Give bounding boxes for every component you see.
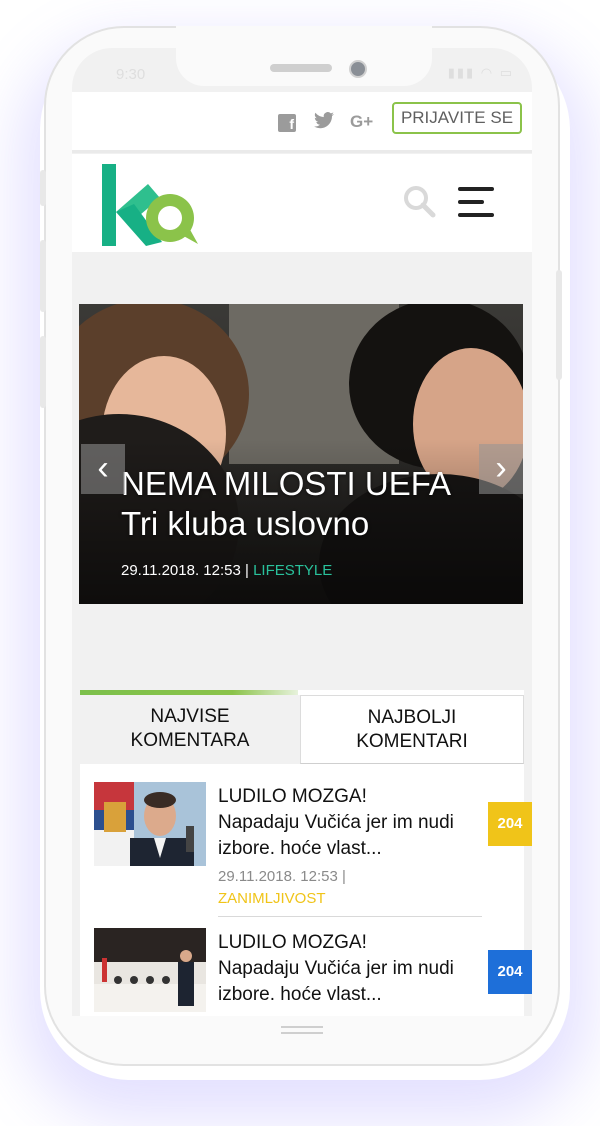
slide-title-line2: Tri kluba uslovno (121, 505, 370, 542)
comment-count-badge: 204 (488, 802, 532, 846)
google-plus-icon[interactable]: G+ (350, 112, 373, 132)
article-title-line1: LUDILO MOZGA! (218, 786, 367, 807)
hamburger-menu-icon[interactable] (458, 187, 494, 219)
article-category[interactable]: ZANIMLJIVOST (218, 888, 468, 910)
facebook-icon[interactable]: f (278, 114, 296, 132)
comments-tabs: NAJVISE KOMENTARA NAJBOLJI KOMENTARI (80, 690, 524, 764)
volume-up-button (40, 240, 46, 312)
article-date: 29.11.2018. 12:53 | (218, 868, 346, 885)
slider-next-button[interactable]: › (479, 444, 523, 494)
slide-title-line1: NEMA MILOSTI UEFA (121, 465, 452, 502)
tab-most-comments[interactable]: NAJVISE KOMENTARA (80, 695, 300, 764)
phone-notch (176, 26, 432, 86)
twitter-icon[interactable] (314, 112, 334, 134)
signal-wifi-battery-icon: ▮▮▮ ◠ ▭ (447, 65, 514, 80)
phone-screen: 9:30 ▮▮▮ ◠ ▭ f G+ PRIJAVITE SE NEMA MILO… (72, 48, 532, 1016)
tab-best-comments-line1: NAJBOLJI (367, 707, 457, 728)
featured-slider[interactable]: NEMA MILOSTI UEFA Tri kluba uslovno 29.1… (79, 304, 523, 604)
list-item[interactable]: LUDILO MOZGA! Napadaju Vučića jer im nud… (80, 912, 532, 1016)
article-meta: 29.11.2018. 12:53 | ZANIMLJIVOST (218, 866, 468, 910)
silent-switch (40, 170, 46, 206)
site-logo[interactable] (102, 162, 202, 255)
list-item[interactable]: LUDILO MOZGA! Napadaju Vučića jer im nud… (80, 764, 532, 907)
tab-most-comments-line1: NAJVISE (150, 706, 230, 727)
comment-count-badge: 204 (488, 950, 532, 994)
speaker-grille (270, 64, 332, 72)
article-title-line2: Napadaju Vučića jer im nudi (218, 958, 454, 979)
home-indicator[interactable] (281, 1026, 323, 1034)
article-title[interactable]: LUDILO MOZGA! Napadaju Vučića jer im nud… (218, 930, 478, 1008)
article-title-line1: LUDILO MOZGA! (218, 932, 367, 953)
site-header (72, 154, 532, 252)
slide-image (79, 304, 523, 604)
slide-date: 29.11.2018. 12:53 | (121, 562, 249, 579)
article-thumbnail[interactable] (94, 782, 206, 866)
volume-down-button (40, 336, 46, 408)
status-time: 9:30 (116, 66, 146, 83)
search-icon[interactable] (402, 184, 436, 223)
slide-title[interactable]: NEMA MILOSTI UEFA Tri kluba uslovno (121, 464, 481, 544)
article-title-line3: izbore. hoće vlast... (218, 838, 382, 859)
tab-most-comments-line2: KOMENTARA (130, 730, 250, 751)
slider-prev-button[interactable]: ‹ (81, 444, 125, 494)
tab-best-comments[interactable]: NAJBOLJI KOMENTARI (300, 695, 524, 764)
article-title-line3: izbore. hoće vlast... (218, 984, 382, 1005)
article-title-line2: Napadaju Vučića jer im nudi (218, 812, 454, 833)
top-bar: f G+ PRIJAVITE SE (72, 92, 532, 153)
slide-category[interactable]: LIFESTYLE (253, 562, 332, 579)
article-list: LUDILO MOZGA! Napadaju Vučića jer im nud… (80, 764, 532, 1016)
tab-best-comments-line2: KOMENTARI (356, 731, 468, 752)
article-thumbnail[interactable] (94, 928, 206, 1012)
login-button[interactable]: PRIJAVITE SE (392, 102, 522, 134)
slide-meta: 29.11.2018. 12:53 | LIFESTYLE (121, 562, 332, 579)
power-button (556, 270, 562, 380)
front-camera (349, 60, 367, 78)
article-title[interactable]: LUDILO MOZGA! Napadaju Vučića jer im nud… (218, 784, 478, 862)
